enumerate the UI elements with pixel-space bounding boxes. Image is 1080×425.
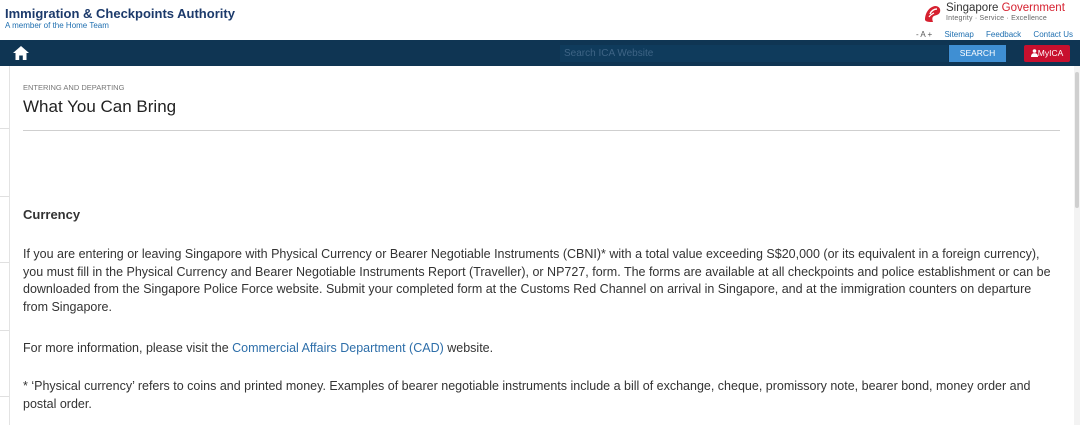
footnote-paragraph: * ‘Physical currency’ refers to coins an… <box>23 379 1031 411</box>
currency-heading: Currency <box>23 207 81 222</box>
currency-paragraph: If you are entering or leaving Singapore… <box>23 247 1051 314</box>
info-suffix: website. <box>443 341 494 355</box>
singapore-government-logo[interactable]: Singapore Government Integrity · Service… <box>910 2 1070 26</box>
agency-subtitle: A member of the Home Team <box>5 21 109 30</box>
agency-name[interactable]: Immigration & Checkpoints Authority <box>5 6 235 21</box>
page-title: What You Can Bring <box>23 97 177 116</box>
cad-link[interactable]: Commercial Affairs Department (CAD) <box>232 341 444 355</box>
contact-us-link[interactable]: Contact Us <box>1033 30 1073 39</box>
breadcrumb-section: ENTERING AND DEPARTING <box>23 83 125 92</box>
gov-tagline: Integrity · Service · Excellence <box>946 15 1047 22</box>
divider <box>0 396 9 397</box>
font-size-controls[interactable]: - A + <box>916 30 932 39</box>
scrollbar-thumb[interactable] <box>1075 72 1079 208</box>
search-input[interactable] <box>560 45 948 62</box>
title-divider <box>23 130 1060 131</box>
singapore-lion-icon <box>925 6 941 22</box>
myica-button[interactable]: MyICA <box>1024 45 1070 62</box>
gov-name: Singapore Government <box>946 2 1065 14</box>
search-button[interactable]: SEARCH <box>949 45 1006 62</box>
gov-name-prefix: Singapore <box>946 2 1002 14</box>
more-info-paragraph: For more information, please visit the C… <box>23 340 1055 358</box>
sitemap-link[interactable]: Sitemap <box>944 30 973 39</box>
info-prefix: For more information, please visit the <box>23 341 233 355</box>
myica-label: MyICA <box>1037 48 1064 58</box>
person-icon <box>1030 49 1038 57</box>
divider <box>0 262 9 263</box>
divider <box>0 330 9 331</box>
utility-links: - A + Sitemap Feedback Contact Us <box>916 30 1073 39</box>
divider <box>0 128 9 129</box>
feedback-link[interactable]: Feedback <box>986 30 1021 39</box>
divider <box>0 196 9 197</box>
home-icon[interactable] <box>12 44 30 62</box>
top-header: Immigration & Checkpoints Authority A me… <box>0 0 1080 40</box>
gov-name-suffix: Government <box>1001 2 1065 14</box>
